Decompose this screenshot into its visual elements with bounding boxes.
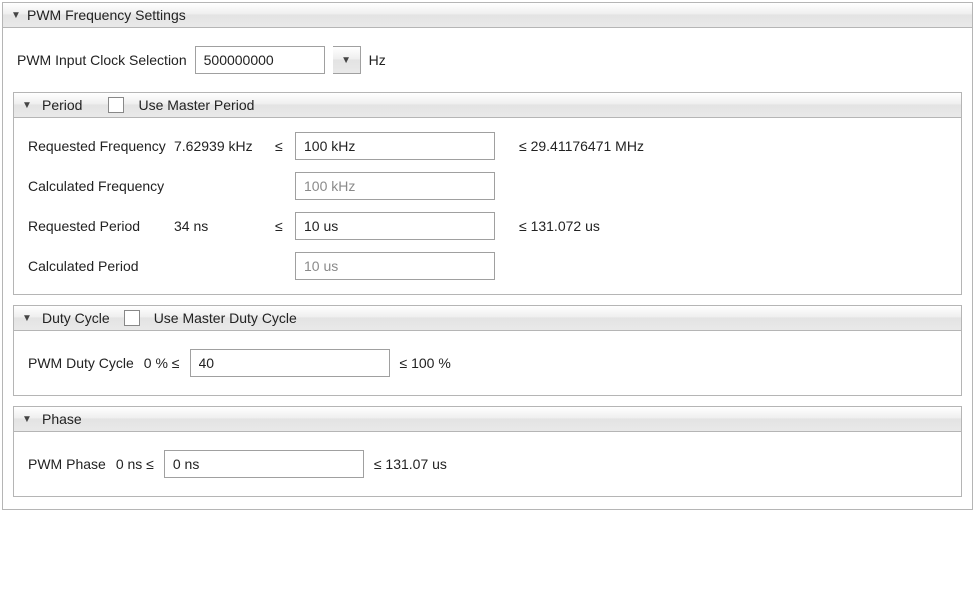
calculated-period-value [295, 252, 495, 280]
pwm-duty-cycle-min: 0 % ≤ [144, 355, 180, 371]
pwm-duty-cycle-label: PWM Duty Cycle [28, 355, 134, 371]
phase-row: PWM Phase 0 ns ≤ ≤ 131.07 us [14, 432, 961, 496]
le-symbol: ≤ [275, 218, 289, 234]
pwm-phase-input[interactable] [164, 450, 364, 478]
requested-frequency-max: ≤ 29.41176471 MHz [501, 138, 644, 154]
pwm-duty-cycle-max: ≤ 100 % [400, 355, 451, 371]
requested-period-min: 34 ns [174, 218, 269, 234]
pwm-phase-label: PWM Phase [28, 456, 106, 472]
period-header: ▼ Period Use Master Period [14, 93, 961, 118]
calculated-frequency-row: Calculated Frequency [28, 172, 947, 200]
requested-period-input[interactable] [295, 212, 495, 240]
clock-selection-dropdown[interactable]: ▼ [333, 46, 361, 74]
clock-selection-input[interactable] [195, 46, 325, 74]
pwm-duty-cycle-input[interactable] [190, 349, 390, 377]
calculated-period-row: Calculated Period [28, 252, 947, 280]
duty-cycle-header: ▼ Duty Cycle Use Master Duty Cycle [14, 306, 961, 331]
requested-period-label: Requested Period [28, 218, 168, 234]
requested-frequency-row: Requested Frequency 7.62939 kHz ≤ ≤ 29.4… [28, 132, 947, 160]
duty-cycle-title: Duty Cycle [42, 310, 110, 326]
pwm-frequency-settings-panel: ▼ PWM Frequency Settings PWM Input Clock… [2, 2, 973, 510]
use-master-period-checkbox[interactable] [108, 97, 124, 113]
requested-period-max: ≤ 131.072 us [501, 218, 600, 234]
main-section-header: ▼ PWM Frequency Settings [3, 3, 972, 28]
phase-title: Phase [42, 411, 82, 427]
requested-frequency-input[interactable] [295, 132, 495, 160]
calculated-period-label: Calculated Period [28, 258, 168, 274]
clock-selection-unit: Hz [369, 52, 386, 68]
chevron-down-icon[interactable]: ▼ [11, 10, 21, 21]
chevron-down-icon: ▼ [341, 55, 351, 66]
chevron-down-icon[interactable]: ▼ [22, 313, 32, 324]
phase-panel: ▼ Phase PWM Phase 0 ns ≤ ≤ 131.07 us [13, 406, 962, 497]
requested-frequency-min: 7.62939 kHz [174, 138, 269, 154]
le-symbol: ≤ [275, 138, 289, 154]
chevron-down-icon[interactable]: ▼ [22, 414, 32, 425]
pwm-phase-min: 0 ns ≤ [116, 456, 154, 472]
pwm-phase-max: ≤ 131.07 us [374, 456, 447, 472]
chevron-down-icon[interactable]: ▼ [22, 100, 32, 111]
duty-cycle-panel: ▼ Duty Cycle Use Master Duty Cycle PWM D… [13, 305, 962, 396]
period-panel: ▼ Period Use Master Period Requested Fre… [13, 92, 962, 295]
period-title: Period [42, 97, 82, 113]
duty-cycle-row: PWM Duty Cycle 0 % ≤ ≤ 100 % [14, 331, 961, 395]
use-master-duty-label: Use Master Duty Cycle [154, 310, 297, 326]
calculated-frequency-label: Calculated Frequency [28, 178, 168, 194]
period-body: Requested Frequency 7.62939 kHz ≤ ≤ 29.4… [14, 118, 961, 294]
phase-header: ▼ Phase [14, 407, 961, 432]
clock-selection-label: PWM Input Clock Selection [17, 52, 187, 68]
requested-frequency-label: Requested Frequency [28, 138, 168, 154]
main-title: PWM Frequency Settings [27, 7, 186, 23]
use-master-period-label: Use Master Period [138, 97, 254, 113]
calculated-frequency-value [295, 172, 495, 200]
clock-selection-row: PWM Input Clock Selection ▼ Hz [3, 28, 972, 82]
use-master-duty-checkbox[interactable] [124, 310, 140, 326]
requested-period-row: Requested Period 34 ns ≤ ≤ 131.072 us [28, 212, 947, 240]
